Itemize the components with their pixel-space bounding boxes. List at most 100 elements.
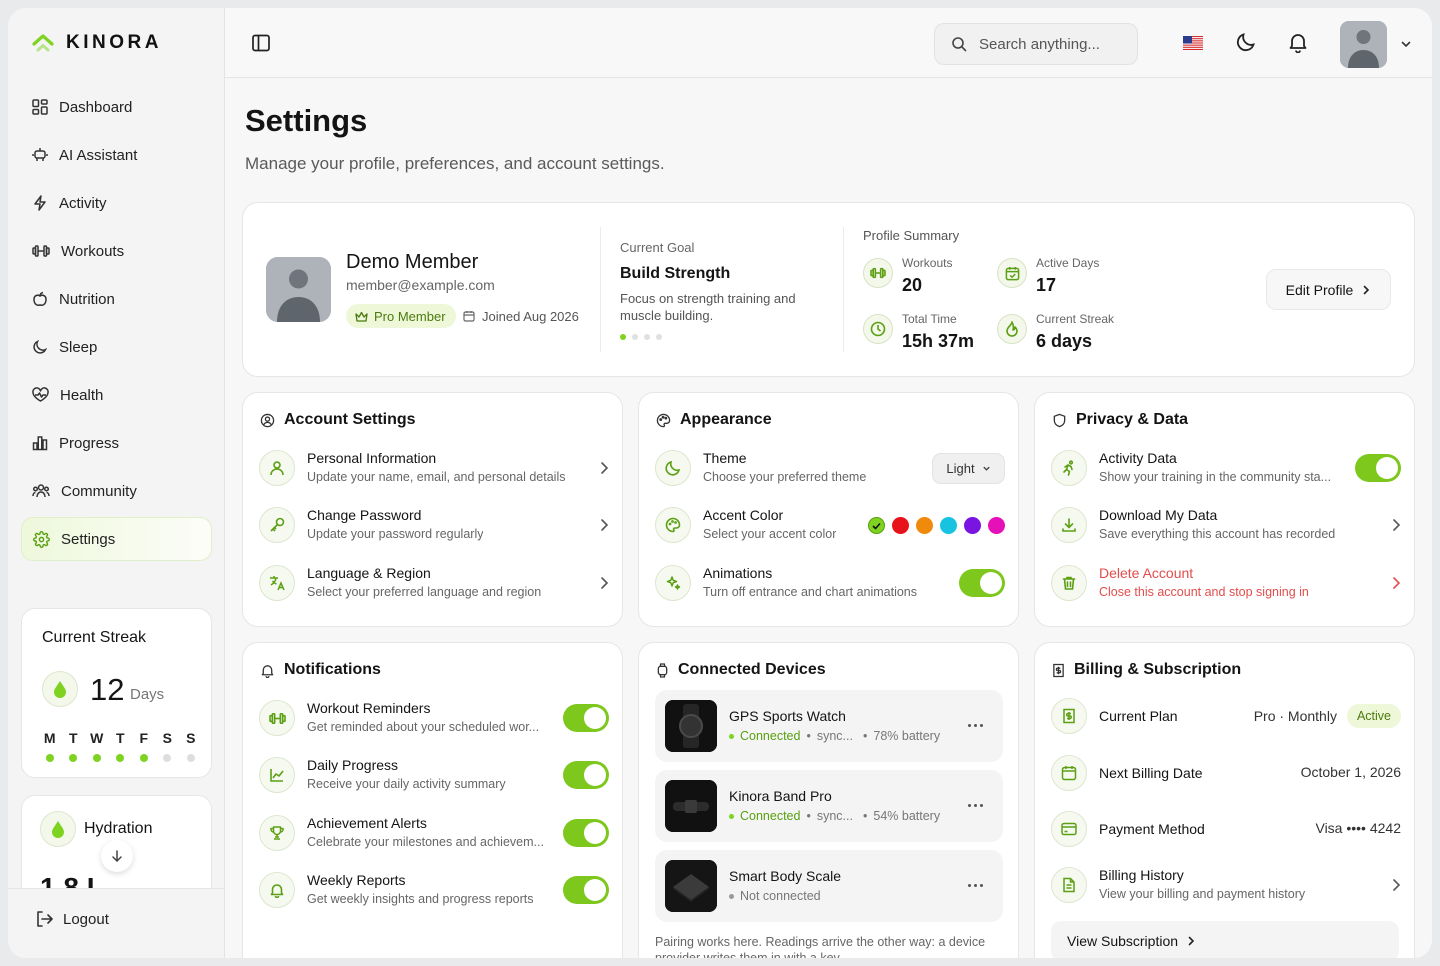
device-image-watch [665,700,717,752]
device-item-band[interactable]: Kinora Band Pro Connected • sync... • 54% ba… [655,770,1003,842]
key-icon [259,507,295,543]
sidebar-item-nutrition[interactable]: Nutrition [21,277,212,321]
theme-select[interactable]: Light [932,453,1005,484]
more-options-icon[interactable] [968,804,983,807]
stat-active-days: Active Days 17 [997,256,1099,296]
workout-reminders-toggle[interactable] [563,704,609,732]
flame-icon [997,314,1027,344]
sidebar-item-sleep[interactable]: Sleep [21,325,212,369]
personal-information-row[interactable]: Personal Information Update your name, em… [259,448,609,488]
daily-progress-toggle[interactable] [563,761,609,789]
day-indicator: T [109,730,133,762]
sparkles-icon [655,565,691,601]
summary-label: Profile Summary [863,228,960,243]
hydration-title: Hydration [84,820,153,837]
bell-icon [261,664,274,678]
scroll-down-button[interactable] [101,840,133,872]
brand-logo[interactable]: KINORA [32,32,162,54]
heart-pulse-icon [32,387,49,402]
calendar-icon [463,311,475,322]
device-status: Not connected [729,889,821,903]
clock-icon [863,314,893,344]
streak-unit: Days [130,686,165,703]
accent-swatch-red[interactable] [892,517,909,534]
search-box[interactable] [934,23,1138,65]
crown-icon [355,311,368,322]
user-avatar[interactable] [1340,21,1387,68]
search-input[interactable] [979,35,1109,53]
accent-swatch-orange[interactable] [916,517,933,534]
achievement-alerts-row: Achievement Alerts Celebrate your milesto… [259,813,609,853]
download-data-row[interactable]: Download My Data Save everything this acc… [1051,505,1401,545]
day-indicator: S [156,730,180,762]
us-flag-icon[interactable] [1183,36,1203,50]
user-icon [259,450,295,486]
accent-swatch-pink[interactable] [988,517,1005,534]
more-options-icon[interactable] [968,884,983,887]
section-header: Billing & Subscription [1052,661,1241,679]
bar-chart-icon [32,436,48,451]
shield-icon [1053,413,1066,427]
sidebar-item-label: Workouts [61,242,125,260]
sidebar-item-progress[interactable]: Progress [21,421,212,465]
weekly-reports-row: Weekly Reports Get weekly insights and pr… [259,870,609,910]
user-circle-icon [260,413,275,427]
dumbbell-icon [32,245,50,257]
payment-method-row: Payment Method Visa •••• 4242 [1051,809,1401,849]
sidebar-item-label: Health [60,386,104,404]
accent-swatch-purple[interactable] [964,517,981,534]
connected-devices-card: Connected Devices GPS Sports Watch Conne… [638,642,1019,958]
profile-card: Demo Member member@example.com Pro Membe… [242,202,1415,377]
sidebar-item-dashboard[interactable]: Dashboard [21,85,212,129]
water-drop-icon [40,811,76,847]
sidebar-item-community[interactable]: Community [21,469,212,513]
sidebar-item-settings[interactable]: Settings [21,517,212,561]
profile-avatar[interactable] [266,257,331,322]
stat-current-streak: Current Streak 6 days [997,312,1114,352]
change-password-row[interactable]: Change Password Update your password regu… [259,505,609,545]
section-header: Appearance [656,411,772,429]
sidebar-item-activity[interactable]: Activity [21,181,212,225]
goal-description: Focus on strength training and muscle bu… [620,291,796,323]
language-region-row[interactable]: Language & Region Select your preferred l… [259,563,609,603]
section-header: Privacy & Data [1052,411,1188,429]
chevron-right-icon [601,462,609,474]
sidebar-item-health[interactable]: Health [21,373,212,417]
user-menu-chevron[interactable] [1400,37,1412,55]
device-item-scale[interactable]: Smart Body Scale Not connected [655,850,1003,922]
animations-toggle[interactable] [959,569,1005,597]
watch-icon [657,662,668,678]
translate-icon [259,565,295,601]
view-subscription-button[interactable]: View Subscription [1051,921,1399,958]
edit-profile-button[interactable]: Edit Profile [1266,269,1391,310]
notifications-button[interactable] [1287,31,1309,58]
streak-widget[interactable]: Current Streak 12 Days M T W T F S S [21,608,212,778]
sidebar-item-label: Community [61,482,137,500]
sidebar-item-workouts[interactable]: Workouts [21,229,212,273]
sidebar-item-ai-assistant[interactable]: AI Assistant [21,133,212,177]
streak-days: M T W T F S S [38,730,203,762]
document-icon [1051,867,1087,903]
activity-data-toggle[interactable] [1355,454,1401,482]
goal-carousel-dots[interactable] [620,334,662,340]
achievement-alerts-toggle[interactable] [563,819,609,847]
dark-mode-button[interactable] [1235,31,1257,58]
credit-card-icon [1051,811,1087,847]
logout-button[interactable]: Logout [35,910,109,928]
brand-name: KINORA [66,32,162,53]
robot-icon [32,148,48,161]
download-icon [1051,507,1087,543]
logout-icon [37,911,53,927]
sidebar-item-label: Dashboard [59,98,133,116]
billing-history-row[interactable]: Billing History View your billing and pay… [1051,865,1401,905]
weekly-reports-toggle[interactable] [563,876,609,904]
moon-icon [33,339,48,354]
app-window: KINORA Dashboard AI Assistant Activity W… [8,8,1432,958]
more-options-icon[interactable] [968,724,983,727]
delete-account-row[interactable]: Delete Account Close this account and sto… [1051,563,1401,603]
sidebar-toggle-button[interactable] [251,33,271,58]
accent-swatch-cyan[interactable] [940,517,957,534]
accent-swatch-green[interactable] [868,517,885,534]
device-item-gps-watch[interactable]: GPS Sports Watch Connected • sync... • 78% b… [655,690,1003,762]
profile-email: member@example.com [346,277,495,293]
